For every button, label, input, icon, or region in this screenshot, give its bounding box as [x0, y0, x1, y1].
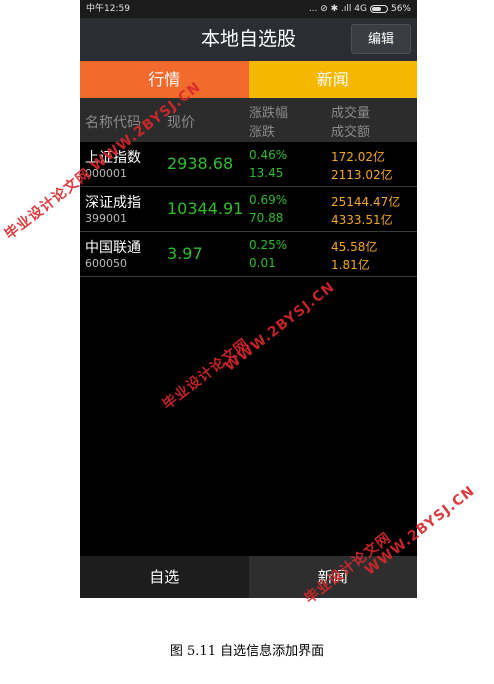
status-time: 中午12:59 — [86, 4, 130, 14]
stock-volume: 45.58亿 — [331, 240, 378, 254]
stock-name: 深证成指 — [85, 195, 141, 211]
column-header-amount[interactable]: 成交额 — [331, 121, 370, 140]
column-header-change-pct[interactable]: 涨跌幅 — [249, 102, 288, 121]
signal-icons: ... ⊘ ✱ .ıll 4G — [308, 4, 367, 14]
stock-code: 600050 — [85, 257, 127, 270]
stock-amount: 1.81亿 — [331, 258, 370, 272]
tab-news[interactable]: 新闻 — [248, 61, 417, 98]
status-indicators: ... ⊘ ✱ .ıll 4G 56% — [309, 0, 411, 18]
stock-amount: 4333.51亿 — [331, 213, 393, 227]
stock-volume: 172.02亿 — [331, 150, 385, 164]
stock-price: 2938.68 — [167, 154, 234, 173]
stock-price: 3.97 — [167, 244, 203, 263]
battery-icon — [369, 5, 388, 13]
tab-market[interactable]: 行情 — [80, 61, 249, 98]
title-bar: 本地自选股 编辑 — [80, 18, 417, 61]
stock-change: 0.01 — [249, 256, 276, 270]
stock-row[interactable]: 中国联通 600050 3.97 0.25% 0.01 45.58亿 1.81亿 — [80, 232, 417, 277]
stock-amount: 2113.02亿 — [331, 168, 393, 182]
stock-change-pct: 0.46% — [249, 148, 288, 162]
stock-change: 13.45 — [249, 166, 284, 180]
column-header-volume[interactable]: 成交量 — [331, 102, 370, 121]
tab-bar: 行情 新闻 — [80, 61, 417, 98]
stock-list: 上证指数 000001 2938.68 0.46% 13.45 172.02亿 … — [80, 142, 417, 277]
stock-row[interactable]: 深证成指 399001 10344.91 0.69% 70.88 25144.4… — [80, 187, 417, 232]
nav-watchlist[interactable]: 自选 — [80, 556, 249, 598]
stock-volume: 25144.47亿 — [331, 195, 401, 209]
column-header-change[interactable]: 涨跌 — [249, 121, 275, 140]
figure-caption: 图 5.11 自选信息添加界面 — [169, 644, 325, 659]
stock-code: 399001 — [85, 212, 127, 225]
stock-change-pct: 0.69% — [249, 193, 288, 207]
status-bar: 中午12:59 ... ⊘ ✱ .ıll 4G 56% — [80, 0, 417, 18]
stock-price: 10344.91 — [167, 199, 244, 218]
stock-name: 中国联通 — [85, 240, 141, 256]
battery-level: 56% — [390, 4, 411, 14]
edit-button[interactable]: 编辑 — [351, 24, 411, 54]
stock-change-pct: 0.25% — [249, 238, 288, 252]
stock-change: 70.88 — [249, 211, 284, 225]
phone-screen: 中午12:59 ... ⊘ ✱ .ıll 4G 56% 本地自选股 编辑 行情 … — [80, 0, 417, 598]
